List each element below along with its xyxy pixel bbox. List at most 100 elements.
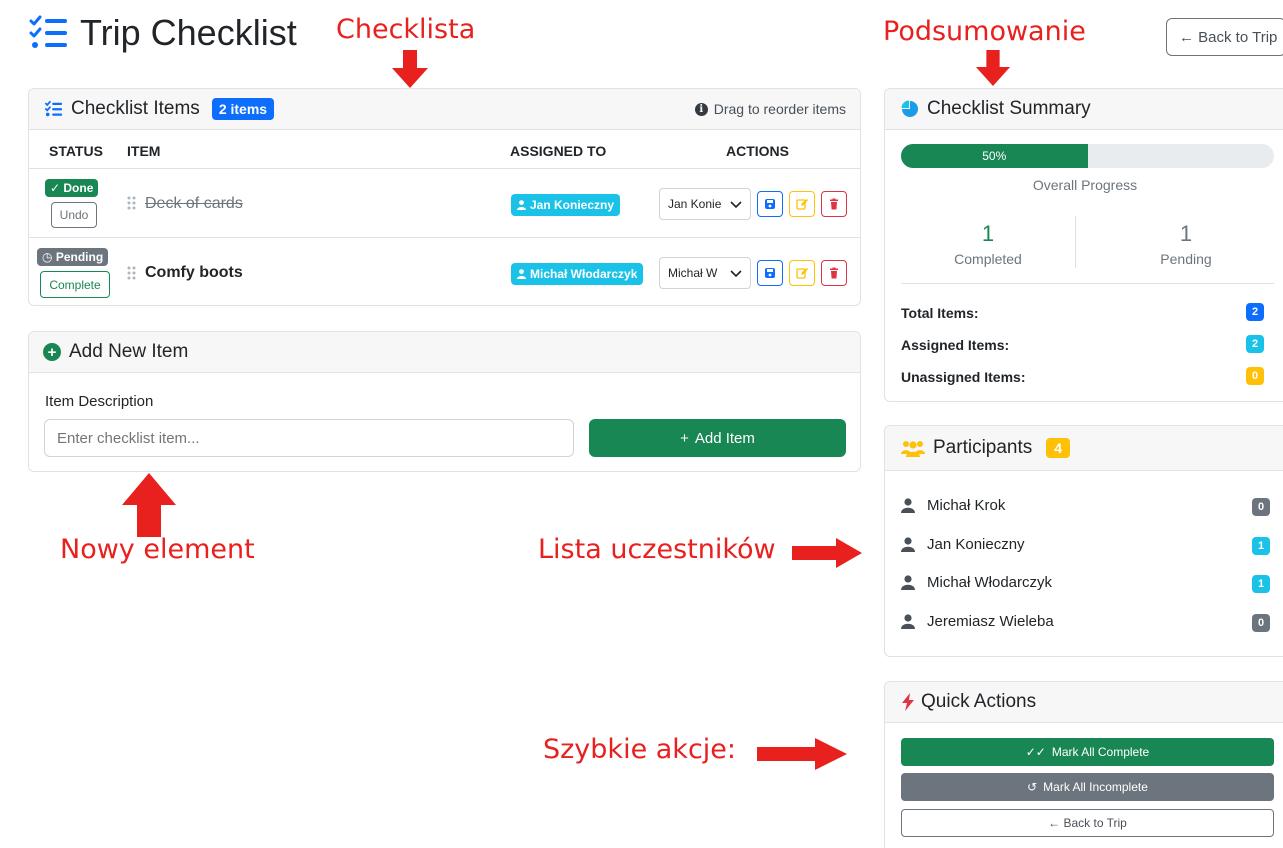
participants-title: Participants [933, 437, 1033, 458]
assignee-select[interactable]: Michał W [659, 257, 751, 289]
item-text: Deck of cards [145, 195, 243, 212]
column-header-item: ITEM [127, 143, 161, 159]
annotation-podsumowanie: Podsumowanie [883, 16, 1086, 47]
participant-count-badge: 0 [1252, 614, 1270, 632]
table-divider [29, 168, 860, 169]
annotation-arrow-down-icon [392, 50, 428, 88]
items-count-badge: 2 items [211, 98, 275, 120]
pending-label: Pending [1160, 251, 1212, 267]
back-to-trip-button[interactable]: ← Back to Trip [1166, 18, 1283, 56]
participant-name: Michał Włodarczyk [927, 574, 1053, 591]
user-icon [901, 614, 915, 629]
total-items-badge: 2 [1246, 303, 1264, 321]
checklist-summary-header: Checklist Summary [885, 89, 1283, 130]
checklist-icon [29, 15, 67, 48]
assignee-badge: Jan Konieczny [511, 194, 621, 216]
user-icon [517, 269, 526, 279]
checklist-items-title: Checklist Items [71, 98, 200, 119]
quick-actions-card: Quick Actions ✓✓ Mark All Complete ↺ Mar… [884, 681, 1283, 848]
participants-header: Participants 4 [885, 426, 1283, 471]
edit-button[interactable] [789, 191, 815, 217]
mark-all-incomplete-button[interactable]: ↺ Mark All Incomplete [901, 773, 1274, 801]
save-icon [765, 268, 775, 278]
clock-icon: ◷ [42, 250, 56, 264]
assignee-select[interactable]: Jan Konie [659, 188, 751, 220]
edit-button[interactable] [789, 260, 815, 286]
overall-progress-bar: 50% [901, 144, 1274, 168]
table-divider [29, 237, 860, 238]
lightning-icon [902, 693, 914, 711]
pie-chart-icon [901, 100, 918, 117]
unassigned-items-badge: 0 [1246, 367, 1264, 385]
participant-name: Michał Krok [927, 497, 1006, 514]
assignee-badge: Michał Włodarczyk [511, 263, 644, 285]
drag-handle-icon[interactable] [127, 266, 137, 280]
add-item-button[interactable]: + Add Item [589, 419, 846, 457]
summary-divider [901, 283, 1274, 284]
drag-hint-text: Drag to reorder items [713, 101, 846, 117]
checklist-items-card: Checklist Items 2 items i Drag to reorde… [28, 88, 861, 306]
annotation-nowy-element: Nowy element [60, 534, 255, 565]
status-badge-done: ✓ Done [45, 179, 99, 197]
delete-button[interactable] [821, 191, 847, 217]
annotation-lista-uczestnikow: Lista uczestników [538, 534, 776, 565]
chevron-down-icon [730, 270, 742, 278]
save-button[interactable] [757, 260, 783, 286]
participant-count-badge: 1 [1252, 575, 1270, 593]
column-header-actions: ACTIONS [726, 143, 789, 159]
participant-item: Jeremiasz Wieleba [901, 613, 1054, 630]
stat-divider [1075, 216, 1076, 268]
edit-icon [796, 268, 808, 279]
assigned-items-label: Assigned Items: [901, 337, 1010, 353]
chevron-down-icon [730, 201, 742, 209]
completed-label: Completed [954, 251, 1022, 267]
users-icon [901, 441, 925, 457]
checklist-items-header: Checklist Items 2 items i Drag to reorde… [29, 89, 860, 130]
add-new-item-header: + Add New Item [29, 332, 860, 373]
trash-icon [830, 198, 838, 210]
participants-count-badge: 4 [1046, 438, 1071, 458]
column-header-status: STATUS [49, 143, 103, 159]
complete-button[interactable]: Complete [40, 271, 110, 298]
page-title-text: Trip Checklist [80, 12, 297, 53]
plus-icon: + [680, 429, 689, 447]
page-title: Trip Checklist [28, 12, 297, 54]
edit-icon [796, 199, 808, 210]
undo-icon: ↺ [1027, 780, 1038, 794]
participant-name: Jan Konieczny [927, 536, 1025, 553]
plus-circle-icon: + [43, 343, 61, 361]
annotation-arrow-down-icon [975, 50, 1011, 86]
item-description-input[interactable] [44, 419, 574, 457]
user-icon [901, 498, 915, 513]
quick-actions-header: Quick Actions [885, 682, 1283, 723]
save-icon [765, 199, 775, 209]
mark-all-complete-button[interactable]: ✓✓ Mark All Complete [901, 738, 1274, 766]
item-text: Comfy boots [145, 264, 243, 281]
progress-fill: 50% [901, 144, 1088, 168]
user-icon [901, 575, 915, 590]
participant-item: Michał Włodarczyk [901, 574, 1052, 591]
progress-caption: Overall Progress [1032, 177, 1138, 193]
check-icon: ✓ [50, 181, 64, 195]
back-to-trip-button[interactable]: ← Back to Trip [901, 809, 1274, 837]
double-check-icon: ✓✓ [1025, 745, 1046, 759]
participant-item: Michał Krok [901, 497, 1005, 514]
participant-count-badge: 1 [1252, 537, 1270, 555]
participant-count-badge: 0 [1252, 498, 1270, 516]
checklist-icon [45, 100, 63, 117]
status-badge-pending: ◷ Pending [37, 248, 109, 266]
item-description-label: Item Description [45, 393, 154, 410]
participant-item: Jan Konieczny [901, 536, 1025, 553]
participants-card: Participants 4 Michał Krok 0 Jan Koniecz… [884, 425, 1283, 657]
column-header-assigned-to: ASSIGNED TO [510, 143, 607, 159]
undo-button[interactable]: Undo [51, 202, 97, 228]
unassigned-items-label: Unassigned Items: [901, 369, 1026, 385]
annotation-arrow-up-icon [122, 473, 176, 537]
delete-button[interactable] [821, 260, 847, 286]
add-new-item-title: Add New Item [69, 341, 189, 362]
save-button[interactable] [757, 191, 783, 217]
drag-hint: i Drag to reorder items [694, 101, 846, 117]
drag-handle-icon[interactable] [127, 196, 137, 210]
annotation-checklista: Checklista [336, 14, 476, 45]
completed-count: 1 [981, 221, 995, 246]
